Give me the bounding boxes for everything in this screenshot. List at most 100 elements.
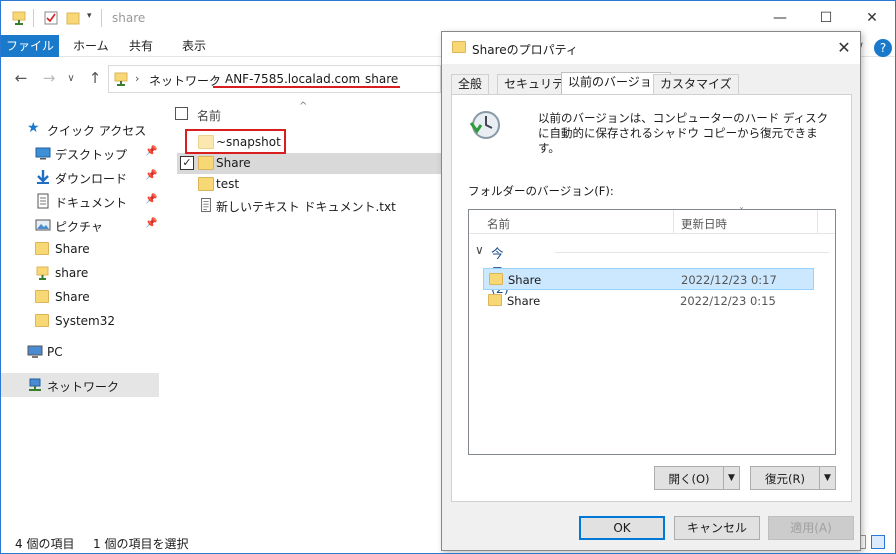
file-row-text-document[interactable]: 新しいテキスト ドキュメント.txt bbox=[177, 195, 441, 216]
nav-item-quick-access[interactable]: ★ クイック アクセス bbox=[1, 117, 159, 141]
pin-icon[interactable]: 📌 bbox=[145, 218, 157, 229]
properties-icon[interactable] bbox=[43, 10, 59, 26]
new-folder-icon[interactable] bbox=[65, 10, 81, 26]
document-icon bbox=[37, 193, 49, 209]
nav-item-desktop[interactable]: デスクトップ 📌 bbox=[1, 141, 159, 165]
file-name: 新しいテキスト ドキュメント.txt bbox=[216, 200, 396, 214]
text-file-icon bbox=[201, 198, 211, 212]
desktop-icon bbox=[35, 147, 51, 160]
nav-item-share[interactable]: Share bbox=[1, 237, 159, 261]
nav-item-documents[interactable]: ドキュメント 📌 bbox=[1, 189, 159, 213]
highlight-box bbox=[185, 129, 286, 154]
back-arrow-icon[interactable]: ← bbox=[11, 68, 31, 88]
highlight-underline bbox=[213, 86, 400, 88]
column-header-name[interactable]: 名前 ^ bbox=[171, 101, 441, 125]
folder-versions-label: フォルダーのバージョン(F): bbox=[468, 184, 614, 198]
column-divider[interactable] bbox=[673, 210, 674, 234]
nav-item-share-2[interactable]: Share bbox=[1, 285, 159, 309]
pin-icon[interactable]: 📌 bbox=[145, 146, 157, 157]
pin-icon[interactable]: 📌 bbox=[145, 194, 157, 205]
nav-item-system32[interactable]: System32 bbox=[1, 309, 159, 333]
breadcrumb-separator-icon: › bbox=[213, 72, 218, 85]
breadcrumb-network[interactable]: ネットワーク bbox=[149, 72, 221, 89]
window-title: share bbox=[112, 11, 146, 25]
dialog-close-icon[interactable]: ✕ bbox=[832, 36, 856, 60]
breadcrumb-separator-icon: › bbox=[135, 72, 140, 85]
ok-button[interactable]: OK bbox=[579, 516, 665, 540]
ribbon-tab-share[interactable]: 共有 bbox=[129, 35, 153, 57]
ribbon-tab-view[interactable]: 表示 bbox=[182, 35, 206, 57]
up-arrow-icon[interactable]: ↑ bbox=[85, 68, 105, 88]
column-header-modified[interactable]: 更新日時 bbox=[681, 216, 727, 232]
tab-customize[interactable]: カスタマイズ bbox=[653, 74, 739, 94]
sort-caret-icon: ^ bbox=[299, 101, 308, 112]
nav-item-label: クイック アクセス bbox=[47, 124, 147, 138]
folder-icon bbox=[198, 156, 214, 170]
file-row-test[interactable]: test bbox=[177, 174, 441, 195]
folder-icon bbox=[488, 294, 502, 306]
ribbon-tab-home[interactable]: ホーム bbox=[73, 35, 109, 57]
breadcrumb-share[interactable]: share bbox=[365, 72, 398, 86]
help-icon[interactable]: ? bbox=[874, 39, 892, 57]
nav-item-downloads[interactable]: ダウンロード 📌 bbox=[1, 165, 159, 189]
sort-caret-icon: ˇ bbox=[739, 207, 744, 218]
version-date: 2022/12/23 0:15 bbox=[680, 294, 776, 308]
star-icon: ★ bbox=[27, 120, 40, 136]
folder-icon bbox=[452, 41, 466, 53]
column-header-label: 名前 bbox=[197, 109, 222, 123]
cancel-button[interactable]: キャンセル bbox=[674, 516, 760, 540]
version-date: 2022/12/23 0:17 bbox=[681, 273, 777, 287]
forward-arrow-icon[interactable]: → bbox=[39, 68, 59, 88]
large-icons-view-icon[interactable] bbox=[871, 535, 885, 549]
dropdown-arrow-icon[interactable]: ▼ bbox=[723, 467, 739, 489]
folder-icon bbox=[35, 290, 49, 303]
tab-general[interactable]: 全般 bbox=[451, 74, 490, 94]
nav-item-share-network[interactable]: share bbox=[1, 261, 159, 285]
recent-locations-chevron-icon[interactable]: ∨ bbox=[61, 68, 81, 88]
restore-split-button[interactable]: 復元(R) ▼ bbox=[750, 466, 836, 490]
customize-quick-access-icon[interactable]: ▾ bbox=[87, 11, 92, 21]
row-checkbox[interactable]: ✓ bbox=[180, 156, 194, 170]
pin-icon[interactable]: 📌 bbox=[145, 170, 157, 181]
folder-icon bbox=[198, 177, 214, 191]
versions-list[interactable]: 名前 更新日時 ˇ ∨ 今日 (2) Share 2022/12/23 0:17 bbox=[468, 207, 836, 455]
close-button[interactable]: ✕ bbox=[849, 1, 895, 35]
maximize-button[interactable]: ☐ bbox=[803, 1, 849, 35]
version-row[interactable]: Share 2022/12/23 0:17 bbox=[483, 268, 814, 290]
nav-item-label: PC bbox=[47, 345, 63, 359]
group-divider bbox=[555, 252, 829, 253]
version-name: Share bbox=[508, 273, 542, 287]
nav-item-label: Share bbox=[55, 290, 90, 304]
dropdown-arrow-icon[interactable]: ▼ bbox=[819, 467, 835, 489]
select-all-checkbox[interactable] bbox=[175, 107, 188, 120]
pc-icon bbox=[27, 345, 43, 358]
file-name: test bbox=[216, 177, 240, 191]
nav-item-label: ダウンロード bbox=[55, 172, 128, 186]
explorer-window: ▾ share — ☐ ✕ ファイル ホーム 共有 表示 ∨ ? ← → ∨ ↑… bbox=[0, 0, 896, 554]
ribbon-tab-file[interactable]: ファイル bbox=[1, 35, 59, 57]
file-row-share[interactable]: ✓ Share bbox=[177, 153, 441, 174]
folder-icon bbox=[35, 242, 49, 255]
nav-item-network[interactable]: ネットワーク bbox=[1, 373, 159, 397]
column-divider[interactable] bbox=[817, 210, 818, 234]
folder-icon bbox=[489, 273, 503, 285]
version-name: Share bbox=[507, 294, 541, 308]
nav-item-pc[interactable]: PC bbox=[1, 340, 159, 364]
title-bar: ▾ share — ☐ ✕ bbox=[1, 1, 895, 35]
version-row[interactable]: Share 2022/12/23 0:15 bbox=[483, 290, 814, 312]
nav-item-label: System32 bbox=[55, 314, 116, 328]
open-split-button[interactable]: 開く(O) ▼ bbox=[654, 466, 740, 490]
address-bar[interactable]: › ネットワーク › ANF-7585.localad.com › share bbox=[108, 65, 441, 93]
toolbar-divider bbox=[101, 9, 102, 27]
network-folder-icon bbox=[12, 11, 26, 25]
apply-button[interactable]: 適用(A) bbox=[768, 516, 854, 540]
navigation-pane: ★ クイック アクセス デスクトップ 📌 ダウンロード 📌 ドキュメント 📌 ピ… bbox=[1, 97, 161, 527]
column-header-name[interactable]: 名前 bbox=[487, 216, 510, 232]
minimize-button[interactable]: — bbox=[757, 1, 803, 35]
chevron-down-icon[interactable]: ∨ bbox=[475, 243, 484, 257]
network-folder-icon bbox=[36, 266, 49, 280]
nav-item-label: ネットワーク bbox=[47, 380, 120, 394]
nav-item-pictures[interactable]: ピクチャ 📌 bbox=[1, 213, 159, 237]
toolbar-divider bbox=[33, 9, 34, 27]
breadcrumb-server[interactable]: ANF-7585.localad.com bbox=[225, 72, 360, 86]
